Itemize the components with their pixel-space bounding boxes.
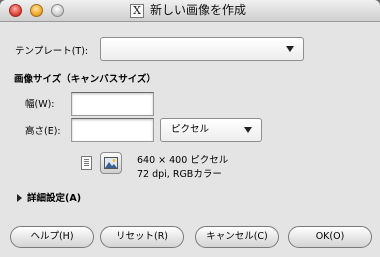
zoom-window-button[interactable] — [51, 4, 64, 17]
image-resolution-text: 72 dpi, RGBカラー — [137, 169, 222, 180]
advanced-options-toggle[interactable]: 詳細設定(A) — [27, 192, 81, 205]
unit-select-value: ピクセル — [171, 124, 210, 135]
close-window-button[interactable] — [9, 4, 22, 17]
image-preview-icon — [100, 152, 122, 174]
image-size-heading: 画像サイズ（キャンバスサイズ） — [14, 74, 156, 85]
unit-select[interactable]: ピクセル — [160, 118, 262, 142]
minimize-window-button[interactable] — [30, 4, 43, 17]
expander-arrow-icon[interactable] — [17, 194, 22, 202]
new-image-dialog: X 新しい画像を作成 テンプレート(T): 画像サイズ（キャンバスサイズ） 幅(… — [0, 0, 380, 257]
title-bar: X 新しい画像を作成 — [0, 0, 380, 22]
width-field[interactable] — [71, 92, 154, 116]
height-label: 高さ(E): — [25, 126, 61, 137]
help-button[interactable]: ヘルプ(H) — [10, 226, 94, 248]
chevron-down-icon — [286, 46, 294, 52]
height-field[interactable] — [71, 118, 154, 142]
template-select[interactable] — [100, 37, 304, 61]
document-icon — [81, 156, 92, 170]
cancel-button[interactable]: キャンセル(C) — [195, 226, 279, 248]
image-dimensions-text: 640 × 400 ピクセル — [137, 155, 229, 166]
x11-app-icon: X — [130, 4, 144, 18]
window-title: 新しい画像を作成 — [150, 3, 247, 17]
reset-button[interactable]: リセット(R) — [100, 226, 184, 248]
chevron-down-icon — [244, 127, 252, 133]
template-label: テンプレート(T): — [15, 46, 89, 57]
ok-button[interactable]: OK(O) — [288, 226, 372, 248]
width-label: 幅(W): — [25, 99, 55, 110]
